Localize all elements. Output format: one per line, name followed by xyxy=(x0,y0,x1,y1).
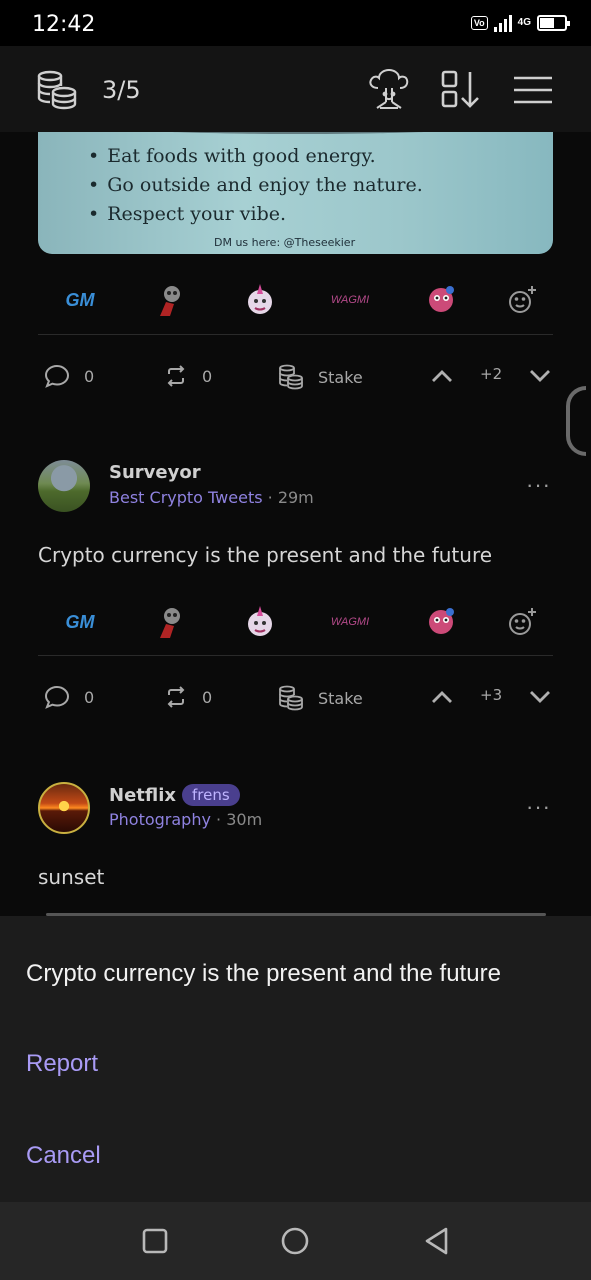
more-options-button[interactable]: ··· xyxy=(526,796,551,818)
upvote-icon[interactable] xyxy=(430,689,454,705)
volte-icon: Vo xyxy=(470,16,488,30)
reaction-bar: GM WAGMI xyxy=(38,594,553,650)
action-bar: 0 0 Stake +3 xyxy=(38,677,553,717)
wagmi-reaction[interactable]: WAGMI xyxy=(331,282,369,318)
community-link[interactable]: Best Crypto Tweets xyxy=(109,488,263,507)
stake-coins-icon xyxy=(279,685,303,711)
reaction-bar: GM WAGMI xyxy=(38,272,553,328)
wagmi-reaction[interactable]: WAGMI xyxy=(331,604,369,640)
image-credit: DM us here: @Theseekier xyxy=(214,236,356,249)
status-bar: 12:42 Vo 4G xyxy=(0,0,591,46)
skull-sticker-icon[interactable] xyxy=(152,604,188,640)
sheet-title: Crypto currency is the present and the f… xyxy=(26,960,501,987)
action-bar: 0 0 Stake +2 xyxy=(38,356,553,396)
upvote-icon[interactable] xyxy=(430,368,454,384)
stake-button[interactable]: Stake xyxy=(278,685,363,711)
repost-button[interactable]: 0 xyxy=(164,364,212,388)
comment-count: 0 xyxy=(84,687,95,707)
home-icon[interactable] xyxy=(280,1226,310,1256)
menu-icon[interactable] xyxy=(514,76,552,104)
back-icon[interactable] xyxy=(422,1226,452,1256)
stake-label: Stake xyxy=(318,688,363,708)
skull-sticker-icon[interactable] xyxy=(152,282,188,318)
divider xyxy=(38,655,553,656)
scroll-handle[interactable] xyxy=(566,386,586,456)
options-sheet: Crypto currency is the present and the f… xyxy=(0,916,591,1202)
post-meta: Best Crypto Tweets · 29m xyxy=(109,488,314,507)
avatar[interactable] xyxy=(38,460,90,512)
gm-reaction[interactable]: GM xyxy=(62,604,98,640)
community-link[interactable]: Photography xyxy=(109,810,211,829)
divider xyxy=(38,334,553,335)
ghost-sticker-icon[interactable] xyxy=(424,282,460,318)
tree-avatar-icon[interactable] xyxy=(366,68,412,112)
status-icons: Vo 4G xyxy=(470,14,570,32)
vote-count: +3 xyxy=(480,686,503,704)
post-time: 29m xyxy=(277,488,314,507)
post-time: 30m xyxy=(226,810,263,829)
stake-coins-icon xyxy=(279,364,303,390)
stake-label: Stake xyxy=(318,367,363,387)
status-time: 12:42 xyxy=(32,12,96,37)
post-header: Netflix frens Photography · 30m ··· xyxy=(38,782,553,838)
network-label: 4G xyxy=(517,17,531,28)
stake-button[interactable]: Stake xyxy=(278,364,363,390)
stake-count: 3/5 xyxy=(102,76,141,104)
comment-button[interactable]: 0 xyxy=(44,685,94,709)
sort-icon[interactable] xyxy=(440,70,482,110)
repost-button[interactable]: 0 xyxy=(164,685,212,709)
recents-icon[interactable] xyxy=(140,1226,170,1256)
avatar[interactable] xyxy=(38,782,90,834)
post-text: sunset xyxy=(38,865,105,889)
add-reaction-icon[interactable] xyxy=(504,604,540,640)
image-line: Eat foods with good energy. xyxy=(88,142,423,171)
coins-icon[interactable] xyxy=(36,70,78,110)
author-name[interactable]: Surveyor xyxy=(109,462,201,483)
image-line: Respect your vibe. xyxy=(88,200,423,229)
vote-count: +2 xyxy=(480,365,503,383)
cancel-button[interactable]: Cancel xyxy=(26,1142,101,1170)
repost-icon xyxy=(167,686,185,708)
comment-button[interactable]: 0 xyxy=(44,364,94,388)
unicorn-sticker-icon[interactable] xyxy=(242,604,278,640)
gm-reaction[interactable]: GM xyxy=(62,282,98,318)
repost-count: 0 xyxy=(202,366,213,386)
downvote-icon[interactable] xyxy=(528,689,552,705)
repost-icon xyxy=(167,365,185,387)
image-line: Go outside and enjoy the nature. xyxy=(88,171,423,200)
app-header: 3/5 xyxy=(0,46,591,132)
unicorn-sticker-icon[interactable] xyxy=(242,282,278,318)
comment-icon xyxy=(44,685,70,709)
battery-icon xyxy=(537,15,570,31)
ghost-sticker-icon[interactable] xyxy=(424,604,460,640)
comment-count: 0 xyxy=(84,366,95,386)
post-image[interactable]: Eat foods with good energy. Go outside a… xyxy=(38,132,553,254)
author-name[interactable]: Netflix frens xyxy=(109,784,240,806)
post-text: Crypto currency is the present and the f… xyxy=(38,543,493,567)
comment-icon xyxy=(44,364,70,388)
add-reaction-icon[interactable] xyxy=(504,282,540,318)
system-nav-bar xyxy=(0,1202,591,1280)
post-meta: Photography · 30m xyxy=(109,810,263,829)
signal-icon xyxy=(493,14,512,32)
author-label: Netflix xyxy=(109,785,176,806)
frens-badge: frens xyxy=(182,784,240,806)
more-options-button[interactable]: ··· xyxy=(526,474,551,496)
post-image-text: Eat foods with good energy. Go outside a… xyxy=(88,142,423,229)
report-button[interactable]: Report xyxy=(26,1050,98,1078)
feed[interactable]: Eat foods with good energy. Go outside a… xyxy=(0,132,591,916)
repost-count: 0 xyxy=(202,687,213,707)
downvote-icon[interactable] xyxy=(528,368,552,384)
post-header: Surveyor Best Crypto Tweets · 29m ··· xyxy=(38,460,553,516)
